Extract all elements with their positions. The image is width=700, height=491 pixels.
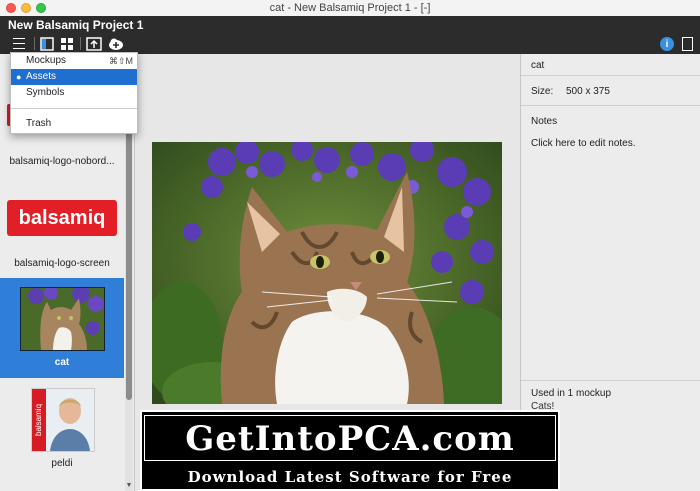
watermark-subtitle: Download Latest Software for Free	[187, 468, 513, 486]
inspector-title: cat	[531, 60, 545, 71]
usage-text: Used in 1 mockup	[531, 388, 612, 399]
toolbar-divider	[80, 37, 81, 50]
cat-thumbnail	[20, 287, 105, 351]
asset-label[interactable]: peldi	[0, 458, 124, 469]
info-icon[interactable]: i	[660, 37, 674, 51]
navigation-menu: Mockups ⌘⇧M ● Assets Symbols Trash	[10, 52, 138, 134]
peldi-thumbnail[interactable]: balsamiq	[31, 388, 95, 452]
menu-shortcut: ⌘⇧M	[108, 56, 133, 66]
menu-item-label: Mockups	[26, 55, 67, 66]
divider	[521, 380, 700, 381]
size-label: Size:	[531, 86, 554, 97]
menu-item-label: Trash	[26, 118, 52, 129]
single-view-icon[interactable]	[40, 36, 54, 51]
asset-label[interactable]: balsamiq-logo-nobord...	[0, 156, 124, 167]
menu-divider	[11, 108, 137, 109]
window-title: cat - New Balsamiq Project 1 - [-]	[269, 2, 431, 14]
menu-item-assets[interactable]: ● Assets	[11, 69, 137, 85]
notes-label: Notes	[531, 116, 558, 127]
menu-item-trash[interactable]: Trash	[11, 116, 137, 132]
size-value: 500 x 375	[566, 86, 610, 97]
notes-panel-icon[interactable]	[682, 37, 693, 51]
asset-label[interactable]: balsamiq-logo-screen	[0, 258, 124, 269]
menu-item-label: Symbols	[26, 87, 65, 98]
app-toolbar: New Balsamiq Project 1 i	[0, 16, 700, 54]
project-name: New Balsamiq Project 1	[8, 18, 144, 32]
toolbar-divider	[34, 37, 35, 50]
watermark-title: GetIntoPCA.com	[185, 419, 515, 459]
grid-view-icon[interactable]	[60, 36, 74, 51]
scroll-down-icon[interactable]: ▼	[125, 482, 133, 489]
asset-item-selected[interactable]: cat	[0, 278, 124, 378]
window-titlebar: cat - New Balsamiq Project 1 - [-]	[0, 0, 700, 17]
watermark-banner: GetIntoPCA.com Download Latest Software …	[140, 410, 560, 491]
divider	[521, 75, 700, 76]
cloud-add-icon[interactable]	[108, 36, 124, 51]
notes-editor[interactable]: Click here to edit notes.	[531, 138, 636, 149]
menu-icon[interactable]	[9, 36, 29, 51]
cat-image[interactable]	[152, 142, 502, 404]
divider	[521, 105, 700, 106]
watermark-title-box: GetIntoPCA.com	[144, 415, 556, 461]
selected-bullet-icon: ●	[16, 72, 22, 82]
peldi-badge-text: balsamiq	[32, 389, 46, 451]
menu-item-symbols[interactable]: Symbols	[11, 85, 137, 101]
menu-item-mockups[interactable]: Mockups ⌘⇧M	[11, 53, 137, 69]
import-image-icon[interactable]	[86, 36, 102, 51]
menu-item-label: Assets	[26, 71, 57, 82]
logo-text: balsamiq	[18, 206, 106, 229]
balsamiq-logo-thumbnail[interactable]: balsamiq	[7, 200, 117, 236]
asset-label: cat	[54, 357, 70, 368]
